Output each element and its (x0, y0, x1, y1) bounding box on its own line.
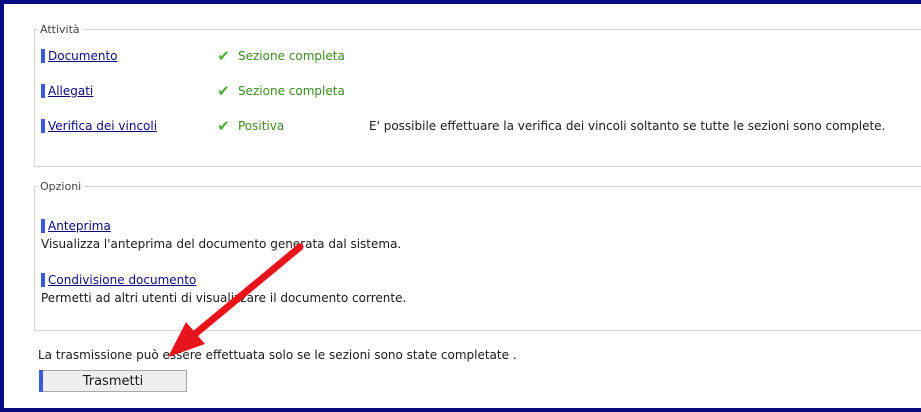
link-verifica-vincoli[interactable]: Verifica dei vincoli (48, 119, 157, 133)
condivisione-description: Permetti ad altri utenti di visualizzare… (41, 291, 407, 305)
check-icon: ✔ (217, 82, 230, 100)
link-documento[interactable]: Documento (48, 49, 118, 63)
check-icon: ✔ (217, 47, 230, 65)
row-marker (41, 219, 45, 233)
link-allegati[interactable]: Allegati (48, 84, 93, 98)
option-condivisione: Condivisione documento (41, 271, 196, 289)
row-marker (41, 49, 45, 63)
button-marker (39, 370, 43, 392)
verifica-note: E' possibile effettuare la verifica dei … (369, 119, 886, 133)
transmission-note: La trasmissione può essere effettuata so… (38, 348, 517, 362)
options-legend: Opzioni (40, 180, 82, 193)
status-allegati: ✔ Sezione completa (217, 82, 345, 100)
row-marker (41, 84, 45, 98)
check-icon: ✔ (217, 117, 230, 135)
option-anteprima: Anteprima (41, 217, 111, 235)
status-documento: ✔ Sezione completa (217, 47, 345, 65)
status-text-allegati: Sezione completa (238, 84, 345, 98)
activity-row-documento: Documento (41, 47, 118, 65)
status-text-documento: Sezione completa (238, 49, 345, 63)
options-section: Opzioni Anteprima Visualizza l'anteprima… (34, 180, 921, 331)
activity-legend: Attività (40, 23, 80, 36)
trasmetti-label: Trasmetti (82, 373, 144, 389)
anteprima-description: Visualizza l'anteprima del documento gen… (41, 237, 402, 251)
activity-section: Attività Documento ✔ Sezione completa Al… (34, 23, 921, 167)
link-condivisione-documento[interactable]: Condivisione documento (48, 273, 196, 287)
row-marker (41, 273, 45, 287)
status-text-verifica: Positiva (238, 119, 285, 133)
trasmetti-button[interactable]: Trasmetti (39, 370, 187, 392)
activity-row-allegati: Allegati (41, 82, 93, 100)
link-anteprima[interactable]: Anteprima (48, 219, 111, 233)
status-verifica: ✔ Positiva (217, 117, 284, 135)
activity-row-verifica: Verifica dei vincoli (41, 117, 157, 135)
row-marker (41, 119, 45, 133)
